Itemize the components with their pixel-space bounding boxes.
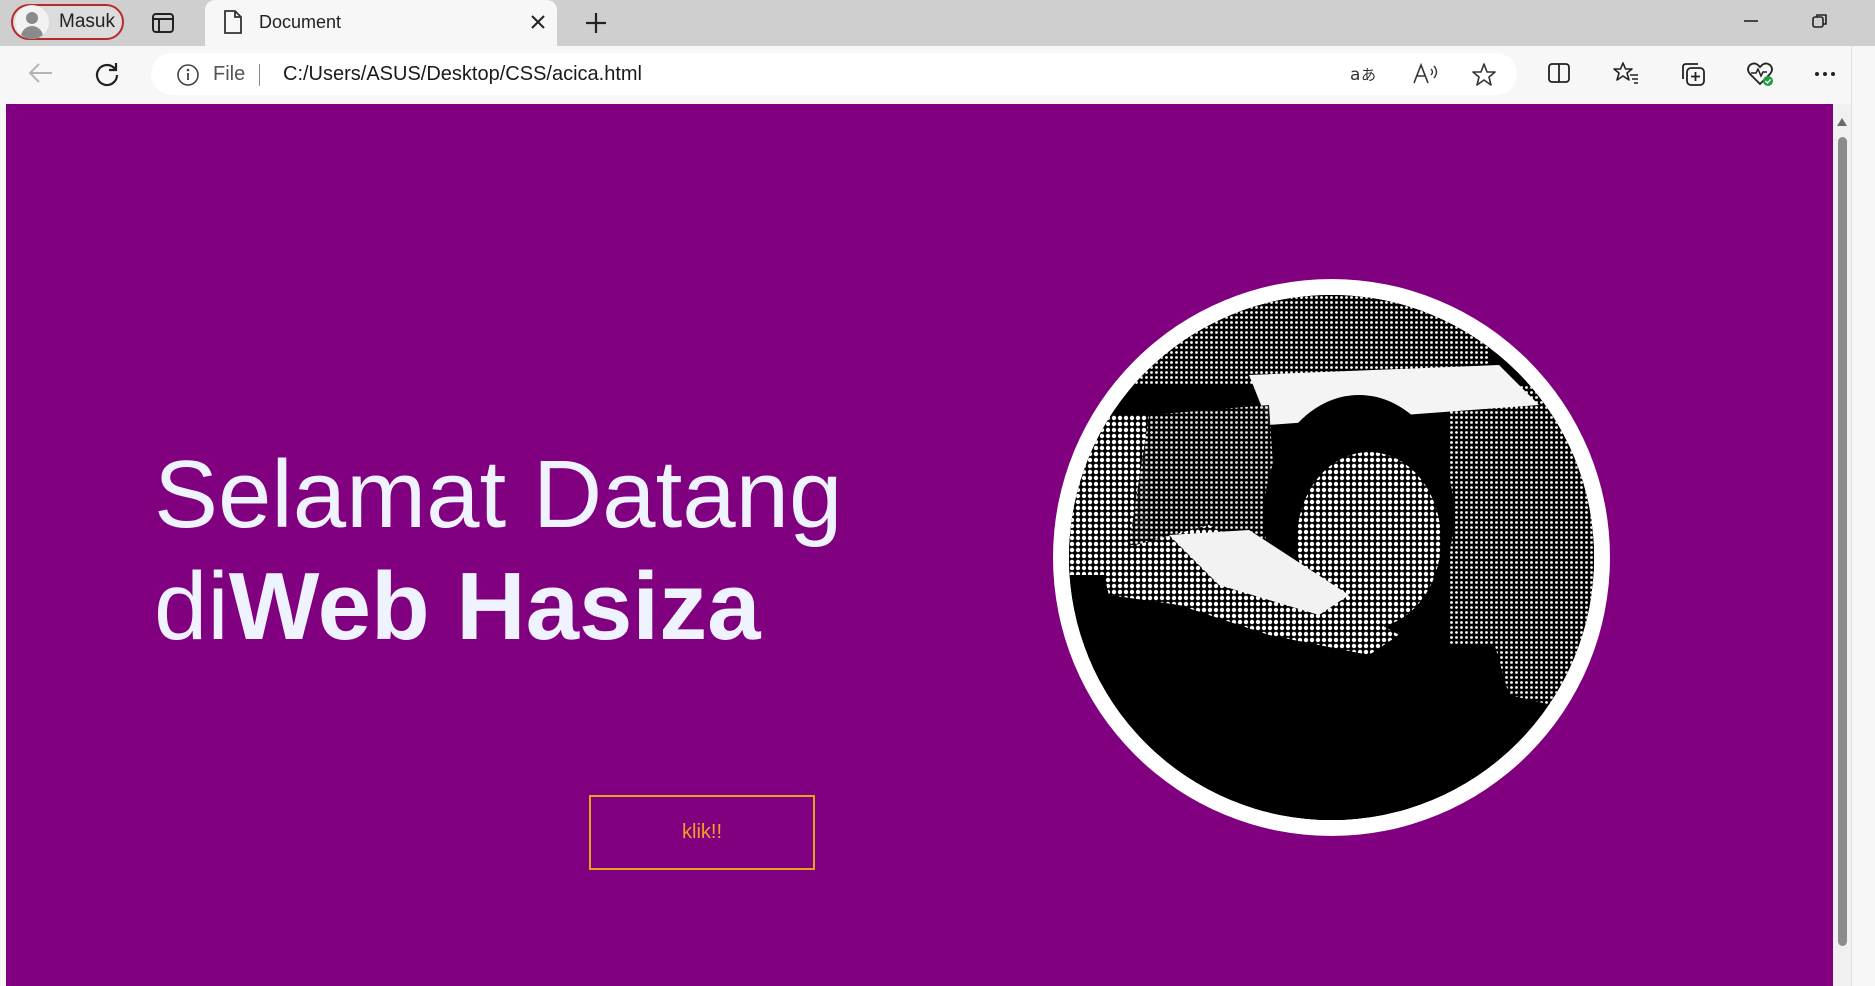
browser-toolbar: File C:/Users/ASUS/Desktop/CSS/acica.htm… [0, 46, 1875, 102]
tab-actions-icon[interactable] [150, 10, 176, 36]
split-screen-icon[interactable] [1547, 61, 1571, 85]
read-aloud-icon[interactable] [1411, 62, 1439, 91]
back-arrow-icon[interactable] [28, 62, 54, 84]
hero-heading: Selamat Datang diWeb Hasiza [154, 439, 842, 663]
heading-prefix: di [154, 553, 229, 660]
document-icon [223, 10, 243, 39]
url-text[interactable]: C:/Users/ASUS/Desktop/CSS/acica.html [283, 63, 642, 86]
info-icon[interactable] [176, 63, 200, 92]
heading-line1: Selamat Datang [154, 441, 843, 548]
svg-text:a: a [1350, 65, 1360, 85]
vertical-scrollbar[interactable] [1833, 104, 1851, 986]
tab-title: Document [259, 12, 342, 32]
profile-photo [1069, 295, 1594, 820]
more-icon[interactable] [1814, 71, 1836, 77]
restore-icon[interactable] [1811, 12, 1829, 35]
profile-button[interactable]: Masuk [11, 4, 124, 40]
address-separator [259, 64, 260, 86]
profile-label: Masuk [59, 11, 115, 32]
heading-bold: Web Hasiza [228, 553, 761, 660]
translate-icon[interactable]: aあ [1349, 62, 1377, 91]
person-icon [15, 5, 49, 39]
favorites-icon[interactable] [1613, 61, 1639, 85]
page-viewport: Selamat Datang diWeb Hasiza klik!! [6, 104, 1833, 986]
collections-icon[interactable] [1680, 61, 1706, 87]
svg-text:あ: あ [1361, 66, 1376, 84]
scrollbar-thumb[interactable] [1838, 137, 1847, 946]
scroll-up-icon[interactable] [1837, 118, 1847, 126]
address-bar[interactable]: File C:/Users/ASUS/Desktop/CSS/acica.htm… [151, 53, 1517, 95]
tab-strip: Masuk Document [0, 0, 1875, 46]
close-icon[interactable] [529, 13, 547, 36]
heart-pulse-icon[interactable] [1746, 61, 1774, 87]
profile-photo-frame [1053, 279, 1610, 836]
scheme-label: File [213, 63, 246, 85]
minimize-icon[interactable] [1742, 12, 1760, 35]
refresh-icon[interactable] [94, 61, 120, 87]
tab-document[interactable]: Document [205, 0, 557, 46]
sidebar-rail [1851, 46, 1875, 986]
star-icon[interactable] [1471, 62, 1497, 93]
plus-icon[interactable] [583, 10, 609, 41]
klik-button[interactable]: klik!! [589, 795, 815, 870]
